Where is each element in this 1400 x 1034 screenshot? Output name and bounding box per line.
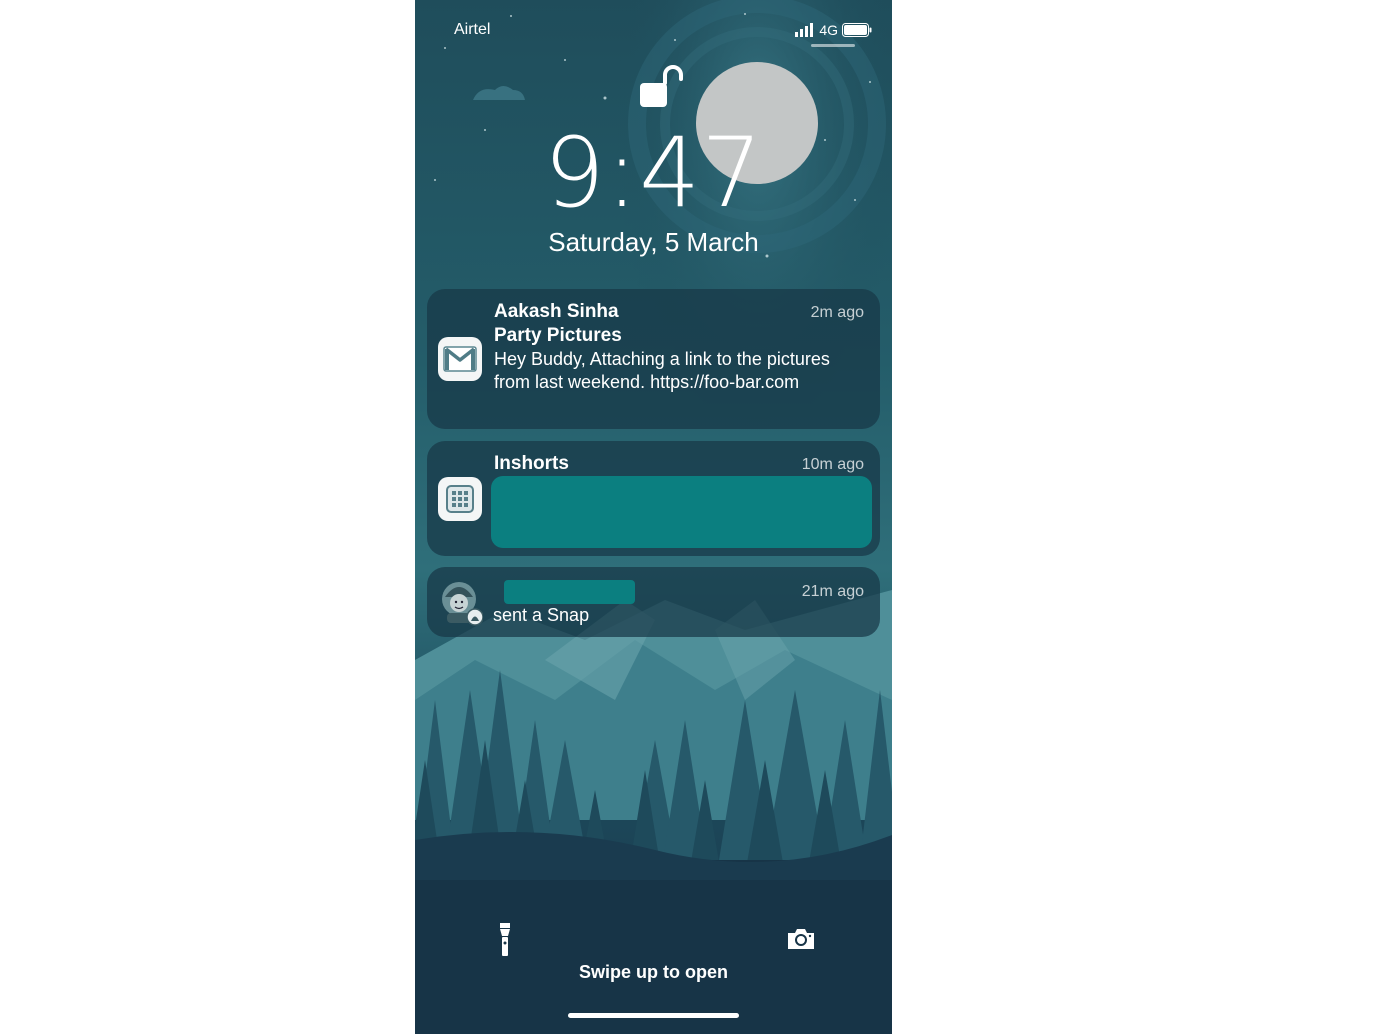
home-indicator[interactable] <box>568 1013 739 1018</box>
carrier-label: Airtel <box>454 21 491 38</box>
swipe-up-hint: Swipe up to open <box>579 962 728 982</box>
status-bar: Airtel 4G <box>415 0 892 50</box>
flashlight-button[interactable] <box>479 914 531 966</box>
lock-clock: 9:47 <box>543 117 764 229</box>
notification-gmail[interactable]: Aakash Sinha 2m ago Party Pictures Hey B… <box>427 289 880 429</box>
network-type-label: 4G <box>819 22 838 38</box>
unlocked-padlock-icon <box>640 65 683 107</box>
camera-button[interactable] <box>775 913 827 965</box>
redacted-content <box>491 476 872 548</box>
control-center-indicator[interactable] <box>811 44 855 47</box>
flashlight-icon <box>500 923 510 956</box>
notification-inshorts[interactable]: Inshorts 10m ago <box>427 441 880 556</box>
battery-icon <box>842 23 872 37</box>
lock-screen: Airtel 4G 9:47 Saturday, 5 March Aakash … <box>415 0 892 1034</box>
status-indicators: 4G <box>795 20 872 40</box>
lock-date: Saturday, 5 March <box>548 227 759 257</box>
notification-message: sent a Snap <box>493 605 590 625</box>
inshorts-icon <box>438 477 482 521</box>
notification-body: Hey Buddy, Attaching a link to the pictu… <box>494 349 830 392</box>
gmail-icon <box>438 337 482 381</box>
bitmoji-avatar <box>439 579 484 627</box>
camera-icon <box>788 929 814 949</box>
notification-time: 2m ago <box>810 304 864 321</box>
notification-app-title: Inshorts <box>494 453 569 474</box>
notification-sender: Aakash Sinha <box>494 301 619 322</box>
notification-snapchat[interactable]: 21m ago sent a Snap <box>427 567 880 637</box>
notification-time: 21m ago <box>801 583 864 600</box>
notification-subject: Party Pictures <box>494 325 622 346</box>
signal-strength-icon <box>795 23 814 37</box>
notification-time: 10m ago <box>801 456 864 473</box>
redacted-sender-name <box>504 580 635 604</box>
